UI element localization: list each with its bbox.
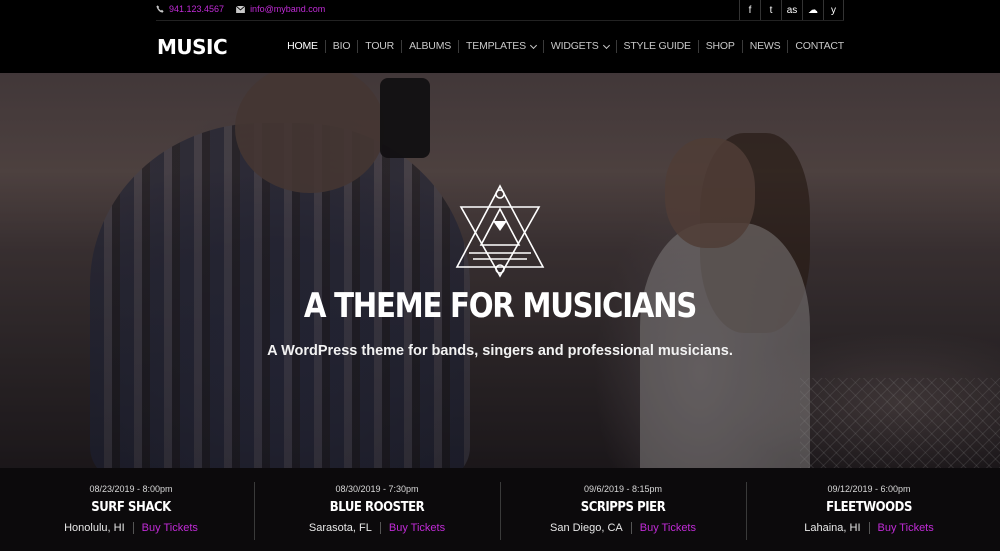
event-location: Sarasota, FL bbox=[309, 522, 381, 534]
envelope-icon bbox=[236, 5, 246, 13]
nav-label: STYLE GUIDE bbox=[623, 40, 691, 52]
nav-news[interactable]: NEWS bbox=[741, 40, 788, 53]
phone-link[interactable]: 941.123.4567 bbox=[156, 4, 224, 14]
nav-label: ALBUMS bbox=[409, 40, 452, 52]
nav-label: HOME bbox=[287, 40, 318, 52]
nav-label: TOUR bbox=[365, 40, 395, 52]
buy-tickets-link[interactable]: Buy Tickets bbox=[134, 522, 198, 534]
contact-info: 941.123.4567 info@myband.com bbox=[156, 4, 325, 14]
nav-label: NEWS bbox=[749, 40, 781, 52]
phone-icon bbox=[156, 5, 164, 13]
nav-bio[interactable]: BIO bbox=[324, 40, 358, 53]
hero-title: A THEME FOR MUSICIANS bbox=[303, 286, 697, 326]
event-meta: San Diego, CA Buy Tickets bbox=[500, 522, 746, 534]
nav-shop[interactable]: SHOP bbox=[697, 40, 742, 53]
nav-label: TEMPLATES bbox=[466, 40, 526, 52]
hero-section: A THEME FOR MUSICIANS A WordPress theme … bbox=[0, 73, 1000, 468]
triangle-emblem-icon bbox=[455, 184, 545, 278]
site-logo[interactable]: MUSIC bbox=[157, 35, 228, 59]
nav-label: WIDGETS bbox=[550, 40, 599, 52]
event-location: Honolulu, HI bbox=[64, 522, 134, 534]
event-date: 09/12/2019 - 6:00pm bbox=[827, 484, 911, 494]
event-location: Lahaina, HI bbox=[804, 522, 870, 534]
nav-label: SHOP bbox=[705, 40, 735, 52]
event-card: 08/23/2019 - 8:00pm SURF SHACK Honolulu,… bbox=[8, 482, 254, 551]
event-venue: BLUE ROOSTER bbox=[329, 500, 425, 515]
nav-label: CONTACT bbox=[795, 40, 844, 52]
event-meta: Lahaina, HI Buy Tickets bbox=[746, 522, 992, 534]
site-header: MUSIC HOME BIO TOUR ALBUMS TEMPLATES WID… bbox=[0, 21, 1000, 73]
hero-subtitle: A WordPress theme for bands, singers and… bbox=[267, 343, 733, 359]
nav-templates[interactable]: TEMPLATES bbox=[458, 40, 543, 53]
buy-tickets-link[interactable]: Buy Tickets bbox=[632, 522, 696, 534]
nav-label: BIO bbox=[332, 40, 351, 52]
event-venue: SURF SHACK bbox=[91, 500, 171, 515]
email-address: info@myband.com bbox=[250, 4, 326, 14]
main-nav: HOME BIO TOUR ALBUMS TEMPLATES WIDGETS S… bbox=[280, 40, 844, 53]
event-venue: FLEETWOODS bbox=[826, 500, 912, 515]
nav-home[interactable]: HOME bbox=[280, 40, 325, 53]
event-location: San Diego, CA bbox=[550, 522, 632, 534]
twitter-icon[interactable]: t bbox=[760, 0, 781, 20]
soundcloud-icon[interactable]: ☁ bbox=[802, 0, 823, 20]
event-meta: Honolulu, HI Buy Tickets bbox=[8, 522, 254, 534]
nav-albums[interactable]: ALBUMS bbox=[401, 40, 458, 53]
buy-tickets-link[interactable]: Buy Tickets bbox=[870, 522, 934, 534]
event-venue: SCRIPPS PIER bbox=[580, 500, 666, 515]
nav-tour[interactable]: TOUR bbox=[357, 40, 401, 53]
social-links: f t as ☁ y bbox=[739, 0, 844, 20]
email-link[interactable]: info@myband.com bbox=[236, 4, 325, 14]
event-card: 09/6/2019 - 8:15pm SCRIPPS PIER San Dieg… bbox=[500, 482, 746, 551]
top-bar: 941.123.4567 info@myband.com f t as ☁ y bbox=[0, 0, 1000, 20]
nav-contact[interactable]: CONTACT bbox=[787, 40, 844, 53]
nav-widgets[interactable]: WIDGETS bbox=[542, 40, 616, 53]
buy-tickets-link[interactable]: Buy Tickets bbox=[381, 522, 445, 534]
yelp-icon[interactable]: y bbox=[823, 0, 844, 20]
tour-dates: 08/23/2019 - 8:00pm SURF SHACK Honolulu,… bbox=[0, 468, 1000, 551]
facebook-icon[interactable]: f bbox=[739, 0, 760, 20]
event-date: 08/23/2019 - 8:00pm bbox=[89, 484, 173, 494]
event-card: 08/30/2019 - 7:30pm BLUE ROOSTER Sarasot… bbox=[254, 482, 500, 551]
nav-style-guide[interactable]: STYLE GUIDE bbox=[615, 40, 698, 53]
chevron-down-icon bbox=[602, 41, 610, 49]
event-card: 09/12/2019 - 6:00pm FLEETWOODS Lahaina, … bbox=[746, 482, 992, 551]
event-date: 08/30/2019 - 7:30pm bbox=[335, 484, 419, 494]
phone-number: 941.123.4567 bbox=[169, 4, 225, 14]
event-date: 09/6/2019 - 8:15pm bbox=[583, 484, 663, 494]
lastfm-icon[interactable]: as bbox=[781, 0, 802, 20]
event-meta: Sarasota, FL Buy Tickets bbox=[254, 522, 500, 534]
chevron-down-icon bbox=[529, 41, 537, 49]
